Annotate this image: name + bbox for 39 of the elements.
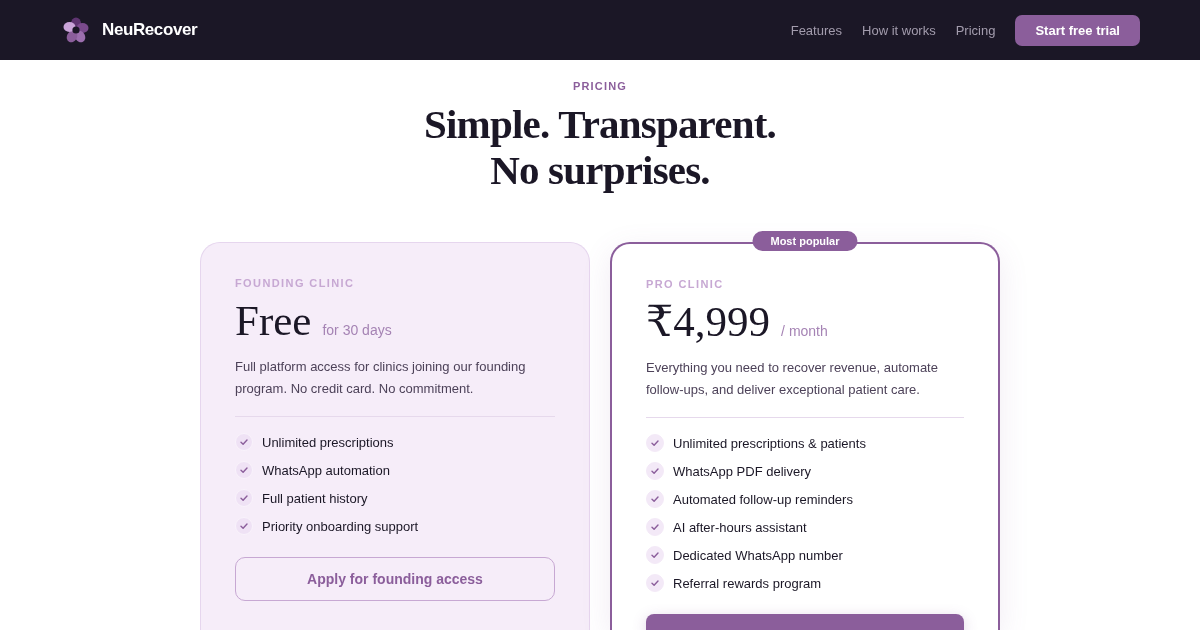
plan-name: PRO CLINIC <box>646 277 725 291</box>
feature-text: Full patient history <box>262 490 368 506</box>
check-icon <box>646 490 664 508</box>
nav-link[interactable]: Pricing <box>955 22 996 38</box>
feature-text: Priority onboarding support <box>262 518 419 534</box>
check-icon <box>646 574 664 592</box>
feature-text: AI after-hours assistant <box>673 519 807 535</box>
price-period: / month <box>781 323 828 339</box>
flower-logo-icon <box>63 17 89 43</box>
check-icon <box>646 518 664 536</box>
check-icon <box>235 517 253 535</box>
feature-text: Unlimited prescriptions <box>262 434 394 450</box>
page-heading: Simple. Transparent. No surprises. <box>424 101 776 193</box>
check-icon <box>646 434 664 452</box>
plan-price: Free <box>235 296 312 346</box>
plan-description: Full platform access for clinics joining our founding program. No credit card. No commitment. <box>235 358 527 398</box>
plan-price: ₹4,999 <box>646 297 771 347</box>
nav-link[interactable]: Features <box>790 22 842 38</box>
feature-text: WhatsApp PDF delivery <box>673 463 811 479</box>
apply-button[interactable]: Apply for founding access <box>235 557 555 601</box>
plan-name: FOUNDING CLINIC <box>235 276 356 290</box>
primary-button[interactable] <box>646 614 964 630</box>
feature-text: Unlimited prescriptions & patients <box>673 435 866 451</box>
plan-description: Everything you need to recover revenue, automate follow-ups, and deliver exceptional patient care. <box>646 359 939 399</box>
check-icon <box>235 489 253 507</box>
brand-name: NeuRecover <box>102 20 198 40</box>
check-icon <box>646 462 664 480</box>
check-icon <box>646 546 664 564</box>
check-icon <box>235 461 253 479</box>
feature-text: Dedicated WhatsApp number <box>673 547 843 563</box>
feature-text: Referral rewards program <box>673 575 822 591</box>
price-period: for 30 days <box>322 322 392 338</box>
start-trial-button[interactable]: Start free trial <box>1015 14 1140 46</box>
feature-text: Automated follow-up reminders <box>673 491 853 507</box>
nav-link[interactable]: How it works <box>862 22 936 38</box>
check-icon <box>235 433 253 451</box>
feature-text: WhatsApp automation <box>262 462 390 478</box>
popular-badge: Most popular <box>752 231 858 251</box>
section-eyebrow: PRICING <box>572 79 628 93</box>
